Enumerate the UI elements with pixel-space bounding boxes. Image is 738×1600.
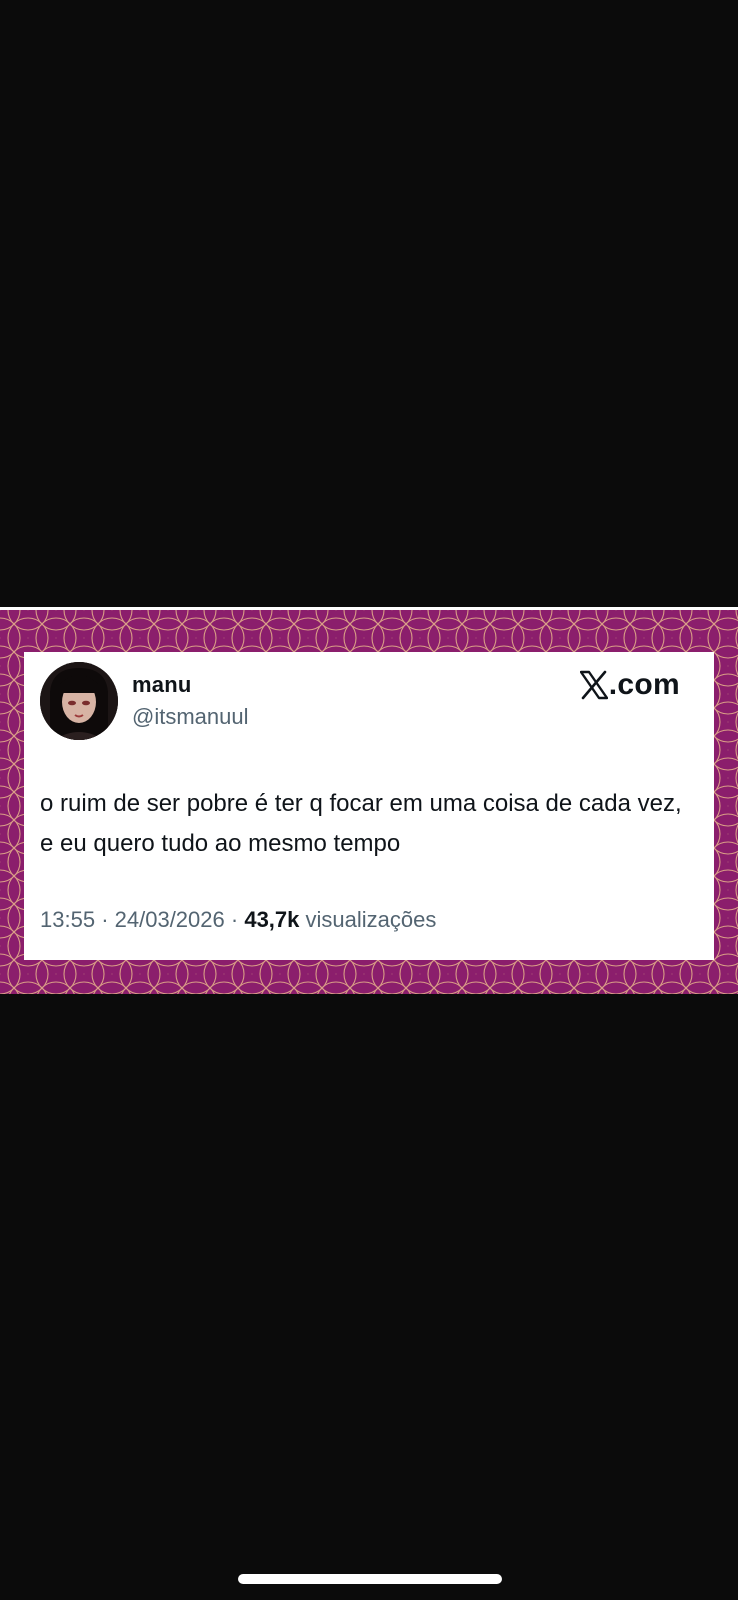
views-count: 43,7k xyxy=(244,907,300,932)
meta-separator: · xyxy=(230,907,239,932)
tweet-card[interactable]: manu @itsmanuul .com o ruim de ser pobre… xyxy=(24,652,714,960)
brand-text: .com xyxy=(608,668,680,701)
post-image[interactable]: manu @itsmanuul .com o ruim de ser pobre… xyxy=(0,607,738,994)
home-indicator[interactable] xyxy=(238,1574,502,1584)
display-name[interactable]: manu xyxy=(132,672,191,698)
tweet-date: 24/03/2026 xyxy=(114,907,225,932)
tweet-meta: 13:55 · 24/03/2026 · 43,7k visualizações xyxy=(40,907,436,933)
x-logo-icon xyxy=(579,670,608,700)
avatar[interactable] xyxy=(40,662,118,740)
tweet-text: o ruim de ser pobre é ter q focar em uma… xyxy=(40,790,682,857)
brand-logo: .com xyxy=(579,668,680,702)
meta-separator: · xyxy=(101,907,109,932)
user-handle[interactable]: @itsmanuul xyxy=(132,704,249,730)
tweet-time: 13:55 xyxy=(40,907,96,932)
views-label: visualizações xyxy=(305,907,437,932)
